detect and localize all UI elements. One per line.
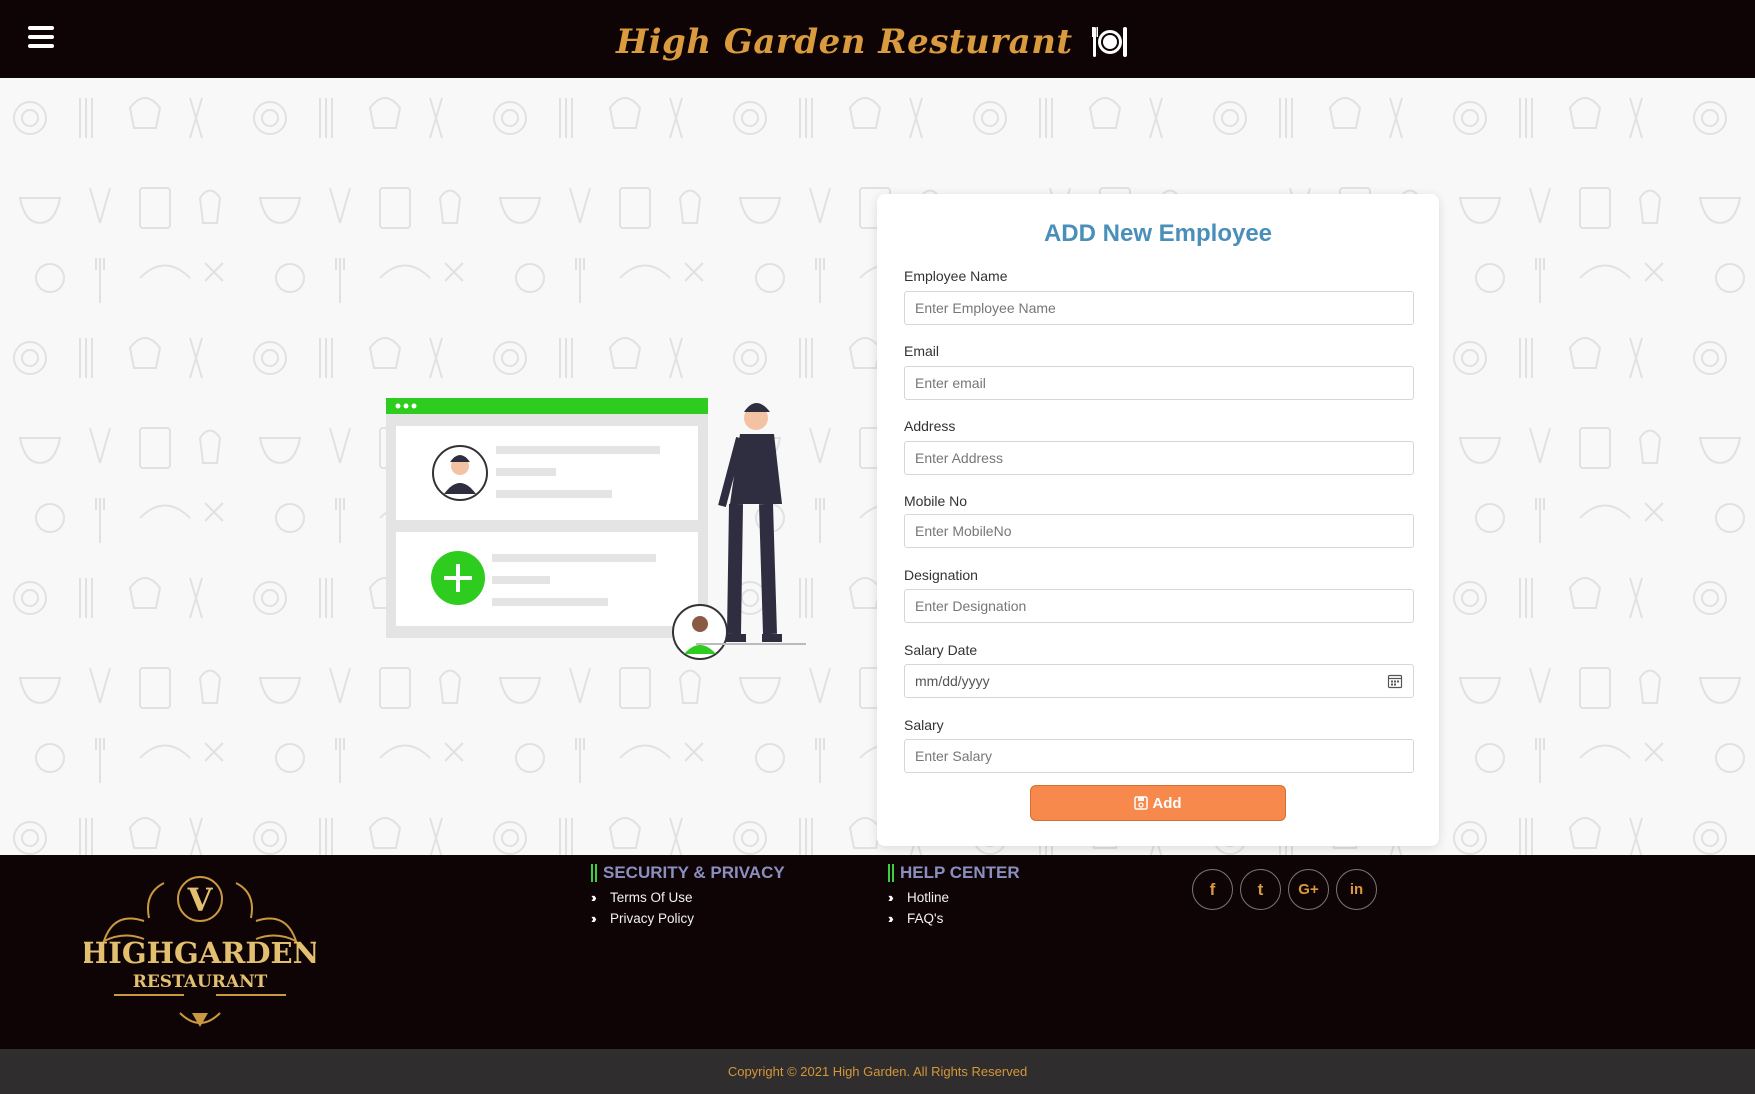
employee-illustration bbox=[386, 398, 806, 660]
salary-label: Salary bbox=[904, 717, 944, 733]
designation-input[interactable] bbox=[904, 589, 1414, 623]
highgarden-logo[interactable]: V HIGHGARDEN RESTAURANT bbox=[84, 863, 316, 1035]
salary-date-input[interactable]: mm/dd/yyyy bbox=[904, 664, 1414, 698]
employee-name-input[interactable] bbox=[904, 291, 1414, 325]
hamburger-menu-icon[interactable] bbox=[28, 26, 54, 50]
employee-name-label: Employee Name bbox=[904, 268, 1008, 284]
email-input[interactable] bbox=[904, 366, 1414, 400]
brand-title: High Garden Resturant bbox=[616, 22, 1073, 62]
privacy-policy-link[interactable]: ›› Privacy Policy bbox=[591, 910, 785, 927]
salary-date-value: mm/dd/yyyy bbox=[915, 673, 990, 689]
copyright-bar: Copyright © 2021 High Garden. All Rights… bbox=[0, 1049, 1755, 1094]
add-button[interactable]: Add bbox=[1030, 785, 1286, 821]
faqs-text: FAQ's bbox=[907, 911, 944, 926]
form-title: ADD New Employee bbox=[1043, 220, 1273, 247]
help-center-heading: HELP CENTER bbox=[888, 861, 1020, 885]
top-navbar: High Garden Resturant bbox=[0, 0, 1755, 78]
google-plus-icon[interactable]: G+ bbox=[1288, 869, 1329, 910]
help-heading-text: HELP CENTER bbox=[900, 863, 1020, 882]
add-employee-form: ADD New Employee Employee Name Email Add… bbox=[877, 194, 1439, 846]
linkedin-icon[interactable]: in bbox=[1336, 869, 1377, 910]
salary-input[interactable] bbox=[904, 739, 1414, 773]
logo-line1: HIGHGARDEN bbox=[84, 936, 316, 970]
mobile-label: Mobile No bbox=[904, 493, 968, 509]
facebook-icon[interactable]: f bbox=[1192, 869, 1233, 910]
double-chevron-right-icon: ›› bbox=[591, 890, 597, 905]
double-chevron-right-icon: ›› bbox=[888, 890, 894, 905]
logo-line2: RESTAURANT bbox=[133, 972, 268, 992]
green-bar-icon bbox=[591, 864, 597, 882]
security-heading-text: SECURITY & PRIVACY bbox=[603, 863, 785, 882]
terms-of-use-link[interactable]: ›› Terms Of Use bbox=[591, 889, 785, 906]
copyright-text: Copyright © 2021 High Garden. All Rights… bbox=[727, 1064, 1028, 1079]
logo-letter: V bbox=[187, 881, 214, 919]
hotline-text: Hotline bbox=[907, 890, 950, 905]
privacy-policy-text: Privacy Policy bbox=[610, 911, 695, 926]
double-chevron-right-icon: ›› bbox=[591, 911, 597, 926]
double-chevron-right-icon: ›› bbox=[888, 911, 894, 926]
address-input[interactable] bbox=[904, 441, 1414, 475]
address-label: Address bbox=[904, 418, 956, 434]
green-bar-icon bbox=[888, 864, 894, 882]
twitter-icon[interactable]: t bbox=[1240, 869, 1281, 910]
mobile-input[interactable] bbox=[904, 514, 1414, 548]
add-button-label: Add bbox=[1152, 794, 1182, 812]
calendar-icon[interactable] bbox=[1387, 673, 1403, 689]
save-icon bbox=[1134, 796, 1149, 810]
help-center-section: HELP CENTER ›› Hotline ›› FAQ's bbox=[888, 861, 1020, 927]
email-label: Email bbox=[904, 343, 940, 359]
footer: V HIGHGARDEN RESTAURANT SECURITY & PRIVA… bbox=[0, 855, 1755, 1049]
hotline-link[interactable]: ›› Hotline bbox=[888, 889, 1020, 906]
security-privacy-section: SECURITY & PRIVACY ›› Terms Of Use ›› Pr… bbox=[591, 861, 785, 927]
brand[interactable]: High Garden Resturant bbox=[616, 22, 1129, 62]
security-privacy-heading: SECURITY & PRIVACY bbox=[591, 861, 785, 885]
main-content: ADD New Employee Employee Name Email Add… bbox=[0, 78, 1755, 855]
faqs-link[interactable]: ›› FAQ's bbox=[888, 910, 1020, 927]
designation-label: Designation bbox=[904, 567, 978, 583]
plate-cutlery-icon bbox=[1091, 27, 1127, 57]
social-links: f t G+ in bbox=[1192, 869, 1377, 910]
terms-of-use-text: Terms Of Use bbox=[610, 890, 693, 905]
salary-date-label: Salary Date bbox=[904, 642, 978, 658]
